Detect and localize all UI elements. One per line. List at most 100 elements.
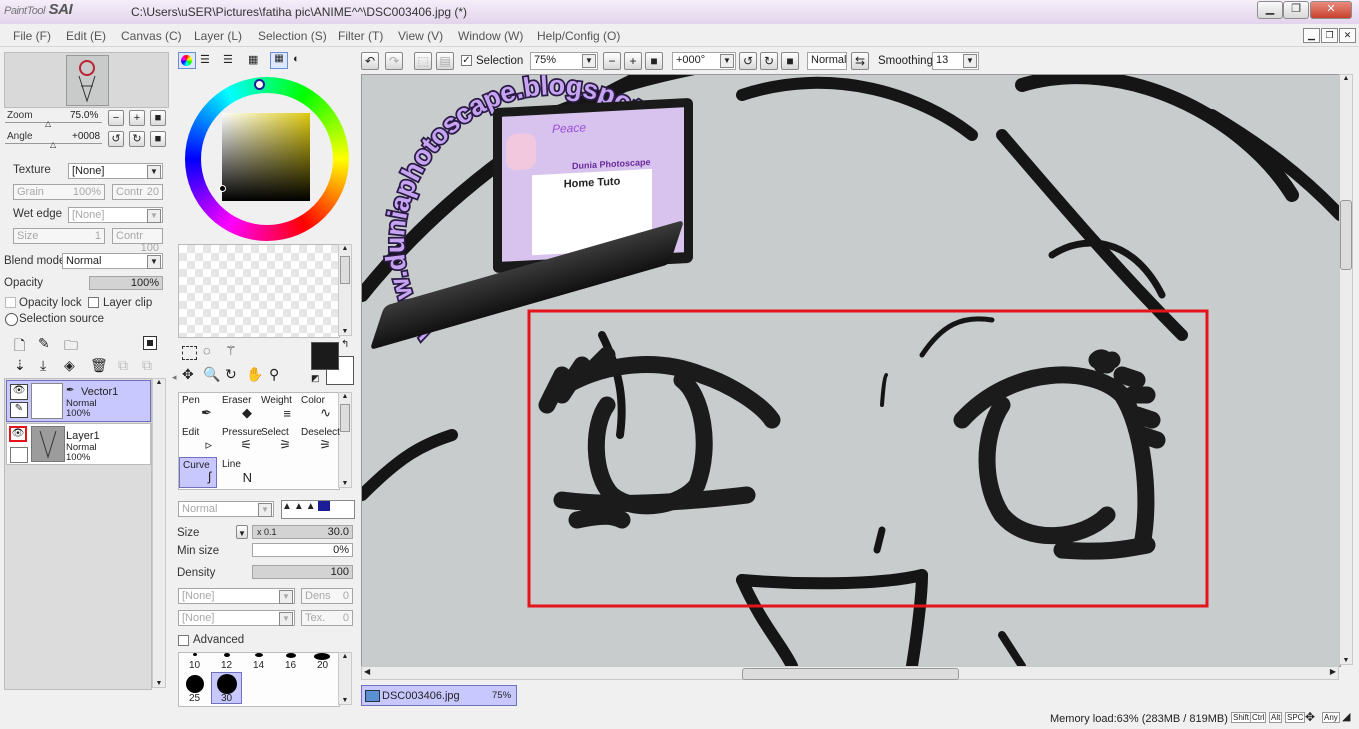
zoom-reset-button[interactable]: ■ bbox=[150, 110, 166, 126]
canvas-vertical-scrollbar[interactable]: ▲ ▼ bbox=[1339, 74, 1353, 665]
tool-deselect[interactable]: Deselect ⚞ bbox=[298, 425, 340, 456]
view-mode-field[interactable]: Normal bbox=[807, 52, 847, 70]
scroll-thumb[interactable] bbox=[340, 404, 350, 432]
nav-zoom-slider[interactable] bbox=[5, 122, 102, 123]
scratchpad-tab-icon[interactable]: ◐ bbox=[293, 53, 300, 65]
lasso-icon[interactable]: ◌ bbox=[203, 343, 211, 358]
layer-row-layer1[interactable]: 👁 Layer1 Normal 100% bbox=[6, 423, 151, 465]
layer-row-vector1[interactable]: 👁 ✎ ✒ Vector1 Normal 100% bbox=[6, 380, 151, 422]
tool-weight[interactable]: Weight ≡ bbox=[258, 393, 296, 424]
document-tab[interactable]: DSC003406.jpg 75% bbox=[361, 685, 517, 706]
new-layer-icon[interactable]: 🗋 bbox=[14, 335, 25, 359]
brush-preset-selected[interactable]: 30 bbox=[211, 672, 242, 704]
rotate-icon[interactable]: ↻ bbox=[225, 366, 237, 383]
tool-pen[interactable]: Pen ✒ bbox=[179, 393, 217, 424]
tool-scrollbar[interactable]: ▲ ▼ bbox=[338, 392, 352, 488]
canvas-zoom-in-button[interactable]: + bbox=[624, 52, 642, 70]
clear-layer-icon[interactable]: ◈ bbox=[64, 357, 75, 374]
size-range-dropdown[interactable]: ▼ bbox=[236, 525, 248, 539]
density-slider[interactable]: 100 bbox=[252, 565, 353, 579]
wet-edge-select[interactable]: [None] ▼ bbox=[68, 207, 163, 223]
menu-file[interactable]: File (F) bbox=[13, 29, 51, 43]
mdi-restore-button[interactable]: ❐ bbox=[1321, 28, 1338, 43]
new-folder-icon[interactable]: 🗀 bbox=[64, 335, 78, 359]
swatch-scrollbar[interactable]: ▲ ▼ bbox=[338, 244, 352, 336]
blend-mode-select[interactable]: Normal ▼ bbox=[62, 253, 163, 269]
minimize-button[interactable]: ▁ bbox=[1257, 1, 1283, 19]
zoom-in-button[interactable]: + bbox=[129, 110, 145, 126]
smoothing-select[interactable]: 13 ▼ bbox=[932, 52, 979, 70]
new-vector-layer-icon[interactable]: ✎ bbox=[38, 335, 50, 352]
zoom-out-button[interactable]: − bbox=[108, 110, 124, 126]
menu-layer[interactable]: Layer (L) bbox=[194, 29, 242, 43]
tool-select[interactable]: Select ⚞ bbox=[258, 425, 296, 456]
selection-source-radio[interactable] bbox=[5, 313, 18, 326]
canvas-rotate-left-button[interactable]: ↺ bbox=[739, 52, 757, 70]
rotate-reset-button[interactable]: ■ bbox=[150, 131, 166, 147]
rotate-right-button[interactable]: ↻ bbox=[129, 131, 145, 147]
tool-color[interactable]: Color ∿ bbox=[298, 393, 336, 424]
default-colors-icon[interactable]: ◩ bbox=[311, 373, 320, 384]
visibility-eye-icon[interactable]: 👁 bbox=[10, 384, 28, 400]
magic-wand-icon[interactable]: ⚚ bbox=[225, 343, 237, 359]
menu-window[interactable]: Window (W) bbox=[458, 29, 523, 43]
canvas-rotate-reset-button[interactable]: ■ bbox=[781, 52, 799, 70]
brush-texture-select[interactable]: [None] ▼ bbox=[178, 588, 295, 604]
mdi-minimize-button[interactable]: ▁ bbox=[1303, 28, 1320, 43]
rgb-slider-tab-icon[interactable]: ☰ bbox=[200, 53, 210, 66]
brush-mode-select[interactable]: Normal ▼ bbox=[178, 501, 274, 517]
opacity-lock-checkbox[interactable] bbox=[5, 297, 16, 308]
tool-line[interactable]: Line N bbox=[219, 457, 257, 488]
menu-filter[interactable]: Filter (T) bbox=[338, 29, 383, 43]
brush-preset[interactable]: 20 bbox=[307, 653, 338, 671]
menu-help[interactable]: Help/Config (O) bbox=[537, 29, 620, 43]
canvas-zoom-out-button[interactable]: − bbox=[603, 52, 621, 70]
layer-clip-checkbox[interactable] bbox=[88, 297, 99, 308]
rotate-left-button[interactable]: ↺ bbox=[108, 131, 124, 147]
scroll-thumb[interactable] bbox=[1340, 200, 1352, 270]
move-icon[interactable]: ✥ bbox=[182, 366, 194, 383]
swatch-tab-icon[interactable]: ▦ bbox=[270, 52, 288, 69]
color-mixer-tab-icon[interactable]: ▦ bbox=[248, 53, 258, 66]
saturation-value-square[interactable] bbox=[222, 113, 310, 201]
eyedropper-icon[interactable]: ⚲ bbox=[269, 366, 279, 383]
swap-colors-icon[interactable]: ↰ bbox=[341, 339, 349, 350]
brush-preset[interactable]: 14 bbox=[243, 653, 275, 671]
brush-shape-selector[interactable]: ▲▲▲ bbox=[281, 500, 355, 519]
navigator-preview[interactable] bbox=[4, 52, 169, 108]
canvas-rotate-right-button[interactable]: ↻ bbox=[760, 52, 778, 70]
tool-pressure[interactable]: Pressure ⚟ bbox=[219, 425, 262, 456]
rect-select-icon[interactable] bbox=[182, 346, 197, 360]
selection-toggle-checkbox[interactable]: ✓ bbox=[461, 55, 472, 66]
advanced-checkbox[interactable] bbox=[178, 635, 189, 646]
hue-marker[interactable] bbox=[254, 79, 265, 90]
menu-edit[interactable]: Edit (E) bbox=[66, 29, 106, 43]
mdi-close-button[interactable]: ✕ bbox=[1339, 28, 1356, 43]
visibility-eye-icon[interactable]: 👁 bbox=[9, 426, 27, 442]
tool-edit[interactable]: Edit ▹ bbox=[179, 425, 217, 456]
tool-eraser[interactable]: Eraser ◆ bbox=[219, 393, 257, 424]
canvas-angle-select[interactable]: +000° ▼ bbox=[672, 52, 736, 70]
menu-view[interactable]: View (V) bbox=[398, 29, 443, 43]
undo-button[interactable]: ↶ bbox=[361, 52, 379, 70]
scroll-thumb[interactable] bbox=[340, 256, 350, 284]
sv-marker[interactable] bbox=[219, 185, 226, 192]
color-wheel-tab[interactable] bbox=[178, 52, 196, 69]
canvas-zoom-reset-button[interactable]: ■ bbox=[645, 52, 663, 70]
color-swatch-area[interactable] bbox=[178, 244, 340, 338]
canvas-horizontal-scrollbar[interactable]: ◀ ▶ bbox=[361, 666, 1339, 680]
brush-preset[interactable]: 10 bbox=[179, 653, 211, 671]
hand-icon[interactable]: ✋ bbox=[246, 366, 263, 383]
brush-preset[interactable]: 16 bbox=[275, 653, 307, 671]
brush-preset[interactable]: 12 bbox=[211, 653, 243, 671]
opacity-slider[interactable]: 100% bbox=[89, 276, 163, 290]
menu-selection[interactable]: Selection (S) bbox=[258, 29, 327, 43]
panel-splitter-handle[interactable]: ◂ bbox=[172, 372, 177, 383]
layer-lock-box[interactable] bbox=[10, 447, 28, 463]
brush-preset[interactable]: 25 bbox=[179, 672, 211, 704]
nav-zoom-handle[interactable]: △ bbox=[45, 119, 51, 128]
menu-canvas[interactable]: Canvas (C) bbox=[121, 29, 182, 43]
primary-color[interactable] bbox=[311, 342, 339, 370]
close-button[interactable]: ✕ bbox=[1310, 1, 1352, 19]
scroll-thumb[interactable] bbox=[742, 668, 959, 680]
